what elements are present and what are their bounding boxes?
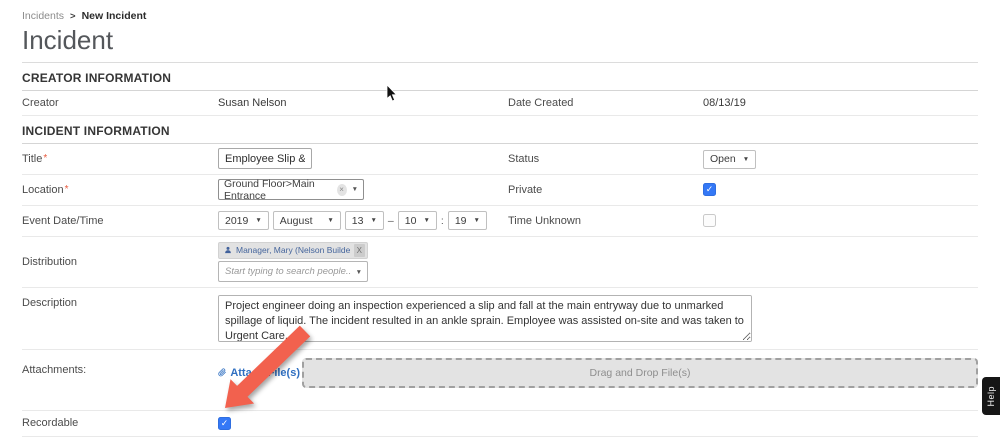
attach-files-link[interactable]: Attach File(s) bbox=[218, 367, 300, 379]
distribution-search-input[interactable] bbox=[218, 261, 368, 282]
recordable-checkbox[interactable]: ✓ bbox=[218, 417, 231, 430]
location-selected-value: Ground Floor>Main Entrance bbox=[224, 178, 337, 202]
page-title: Incident bbox=[22, 26, 978, 63]
status-label: Status bbox=[508, 153, 703, 165]
time-unknown-checkbox[interactable] bbox=[703, 214, 716, 227]
attachments-label: Attachments: bbox=[22, 356, 218, 376]
required-marker: * bbox=[43, 153, 47, 164]
description-label: Description bbox=[22, 295, 218, 309]
time-unknown-label: Time Unknown bbox=[508, 215, 703, 227]
incident-form-page: Incidents > New Incident Incident CREATO… bbox=[0, 0, 1000, 437]
attachments-row: Attachments: Attach File(s) Drag and Dro… bbox=[22, 350, 978, 411]
date-time-dash: – bbox=[388, 215, 394, 227]
chevron-down-icon: ▼ bbox=[743, 156, 749, 163]
description-textarea[interactable]: Project engineer doing an inspection exp… bbox=[218, 295, 752, 342]
chevron-down-icon: ▼ bbox=[352, 186, 358, 193]
date-created-value: 08/13/19 bbox=[703, 97, 978, 109]
chevron-down-icon: ▼ bbox=[327, 217, 333, 224]
date-created-label: Date Created bbox=[508, 97, 703, 109]
check-icon: ✓ bbox=[706, 185, 714, 194]
event-datetime-label: Event Date/Time bbox=[22, 215, 218, 227]
chevron-down-icon: ▼ bbox=[370, 217, 376, 224]
breadcrumb-current: New Incident bbox=[82, 10, 147, 22]
person-icon bbox=[224, 246, 232, 254]
event-datetime-row: Event Date/Time 2019 ▼ August ▼ 13 ▼ – 1… bbox=[22, 206, 978, 237]
creator-row: Creator Susan Nelson Date Created 08/13/… bbox=[22, 91, 978, 116]
chevron-down-icon: ▼ bbox=[474, 217, 480, 224]
chevron-down-icon: ▼ bbox=[423, 217, 429, 224]
time-colon: : bbox=[441, 215, 444, 227]
recordable-label: Recordable bbox=[22, 417, 218, 429]
creator-information-heading: CREATOR INFORMATION bbox=[22, 63, 978, 91]
location-select[interactable]: Ground Floor>Main Entrance × ▼ bbox=[218, 179, 364, 200]
chevron-down-icon: ▼ bbox=[255, 217, 261, 224]
distribution-member-name: Manager, Mary (Nelson Builders Inc.) bbox=[236, 245, 350, 255]
drag-drop-zone[interactable]: Drag and Drop File(s) bbox=[302, 358, 978, 388]
location-clear-icon[interactable]: × bbox=[337, 184, 347, 196]
private-checkbox[interactable]: ✓ bbox=[703, 183, 716, 196]
help-tab[interactable]: Help bbox=[982, 377, 1000, 415]
location-private-row: Location* Ground Floor>Main Entrance × ▼… bbox=[22, 175, 978, 206]
creator-value: Susan Nelson bbox=[218, 97, 508, 109]
event-hour-select[interactable]: 10 ▼ bbox=[398, 211, 437, 230]
distribution-row: Distribution Manager, Mary (Nelson Build… bbox=[22, 237, 978, 288]
remove-member-icon[interactable]: X bbox=[354, 244, 365, 257]
location-label: Location* bbox=[22, 184, 218, 196]
creator-label: Creator bbox=[22, 97, 218, 109]
description-row: Description Project engineer doing an in… bbox=[22, 288, 978, 350]
required-marker: * bbox=[65, 184, 69, 195]
check-icon: ✓ bbox=[221, 419, 229, 428]
title-label: Title* bbox=[22, 153, 218, 165]
paperclip-icon bbox=[218, 367, 226, 378]
event-month-select[interactable]: August ▼ bbox=[273, 211, 341, 230]
status-select[interactable]: Open ▼ bbox=[703, 150, 756, 169]
event-day-select[interactable]: 13 ▼ bbox=[345, 211, 384, 230]
title-input[interactable] bbox=[218, 148, 312, 169]
breadcrumb-incidents-link[interactable]: Incidents bbox=[22, 10, 64, 22]
event-minute-select[interactable]: 19 ▼ bbox=[448, 211, 487, 230]
breadcrumb: Incidents > New Incident bbox=[22, 0, 978, 22]
distribution-member-tag: Manager, Mary (Nelson Builders Inc.) X bbox=[218, 242, 368, 259]
recordable-row: Recordable ✓ bbox=[22, 411, 978, 437]
drag-drop-text: Drag and Drop File(s) bbox=[590, 367, 691, 379]
help-tab-label: Help bbox=[986, 386, 996, 407]
incident-information-heading: INCIDENT INFORMATION bbox=[22, 116, 978, 144]
status-selected-value: Open bbox=[710, 153, 736, 165]
event-year-select[interactable]: 2019 ▼ bbox=[218, 211, 269, 230]
private-label: Private bbox=[508, 184, 703, 196]
chevron-down-icon: ▼ bbox=[356, 269, 362, 276]
breadcrumb-chevron-icon: > bbox=[70, 11, 76, 22]
distribution-label: Distribution bbox=[22, 256, 218, 268]
title-status-row: Title* Status Open ▼ bbox=[22, 144, 978, 175]
